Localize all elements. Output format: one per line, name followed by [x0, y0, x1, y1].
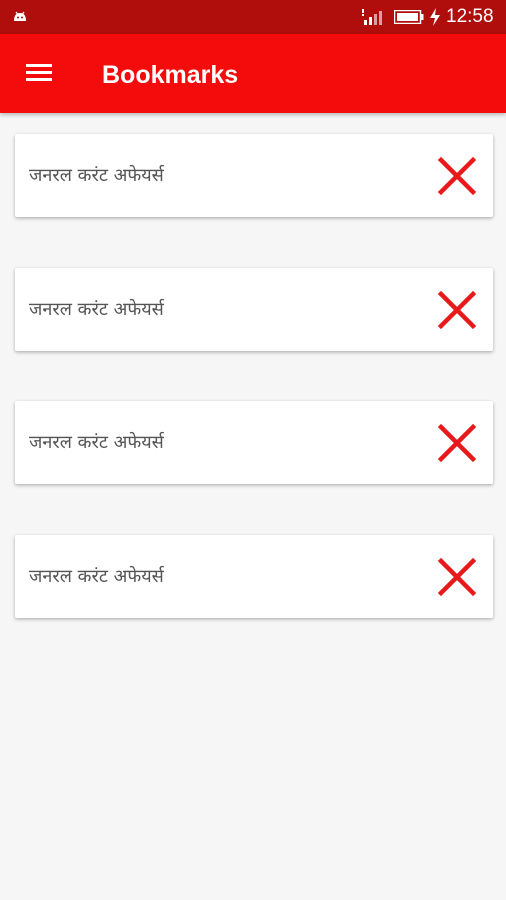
bookmark-title: जनरल करंट अफेयर्स	[29, 432, 164, 453]
bookmark-card[interactable]: जनरल करंट अफेयर्स	[15, 134, 493, 217]
remove-bookmark-button[interactable]	[435, 421, 479, 465]
remove-bookmark-button[interactable]	[435, 555, 479, 599]
bookmark-card[interactable]: जनरल करंट अफेयर्स	[15, 535, 493, 618]
remove-bookmark-button[interactable]	[435, 154, 479, 198]
remove-bookmark-button[interactable]	[435, 288, 479, 332]
hamburger-menu-icon	[26, 64, 52, 81]
bookmark-title: जनरल करंट अफेयर्स	[29, 165, 164, 186]
bookmark-card[interactable]: जनरल करंट अफेयर्स	[15, 401, 493, 484]
signal-icon	[362, 9, 382, 25]
app-bar: Bookmarks	[0, 34, 506, 113]
close-icon	[437, 290, 477, 330]
close-icon	[437, 423, 477, 463]
bookmark-card[interactable]: जनरल करंट अफेयर्स	[15, 268, 493, 351]
charging-icon	[430, 8, 440, 26]
battery-icon	[394, 10, 424, 24]
menu-button[interactable]	[18, 56, 62, 92]
close-icon	[437, 156, 477, 196]
status-bar: 12:58	[0, 0, 506, 34]
android-icon	[14, 11, 26, 21]
close-icon	[437, 557, 477, 597]
page-title: Bookmarks	[102, 61, 239, 89]
bookmark-title: जनरल करंट अफेयर्स	[29, 566, 164, 587]
bookmark-title: जनरल करंट अफेयर्स	[29, 299, 164, 320]
status-time: 12:58	[446, 6, 494, 27]
